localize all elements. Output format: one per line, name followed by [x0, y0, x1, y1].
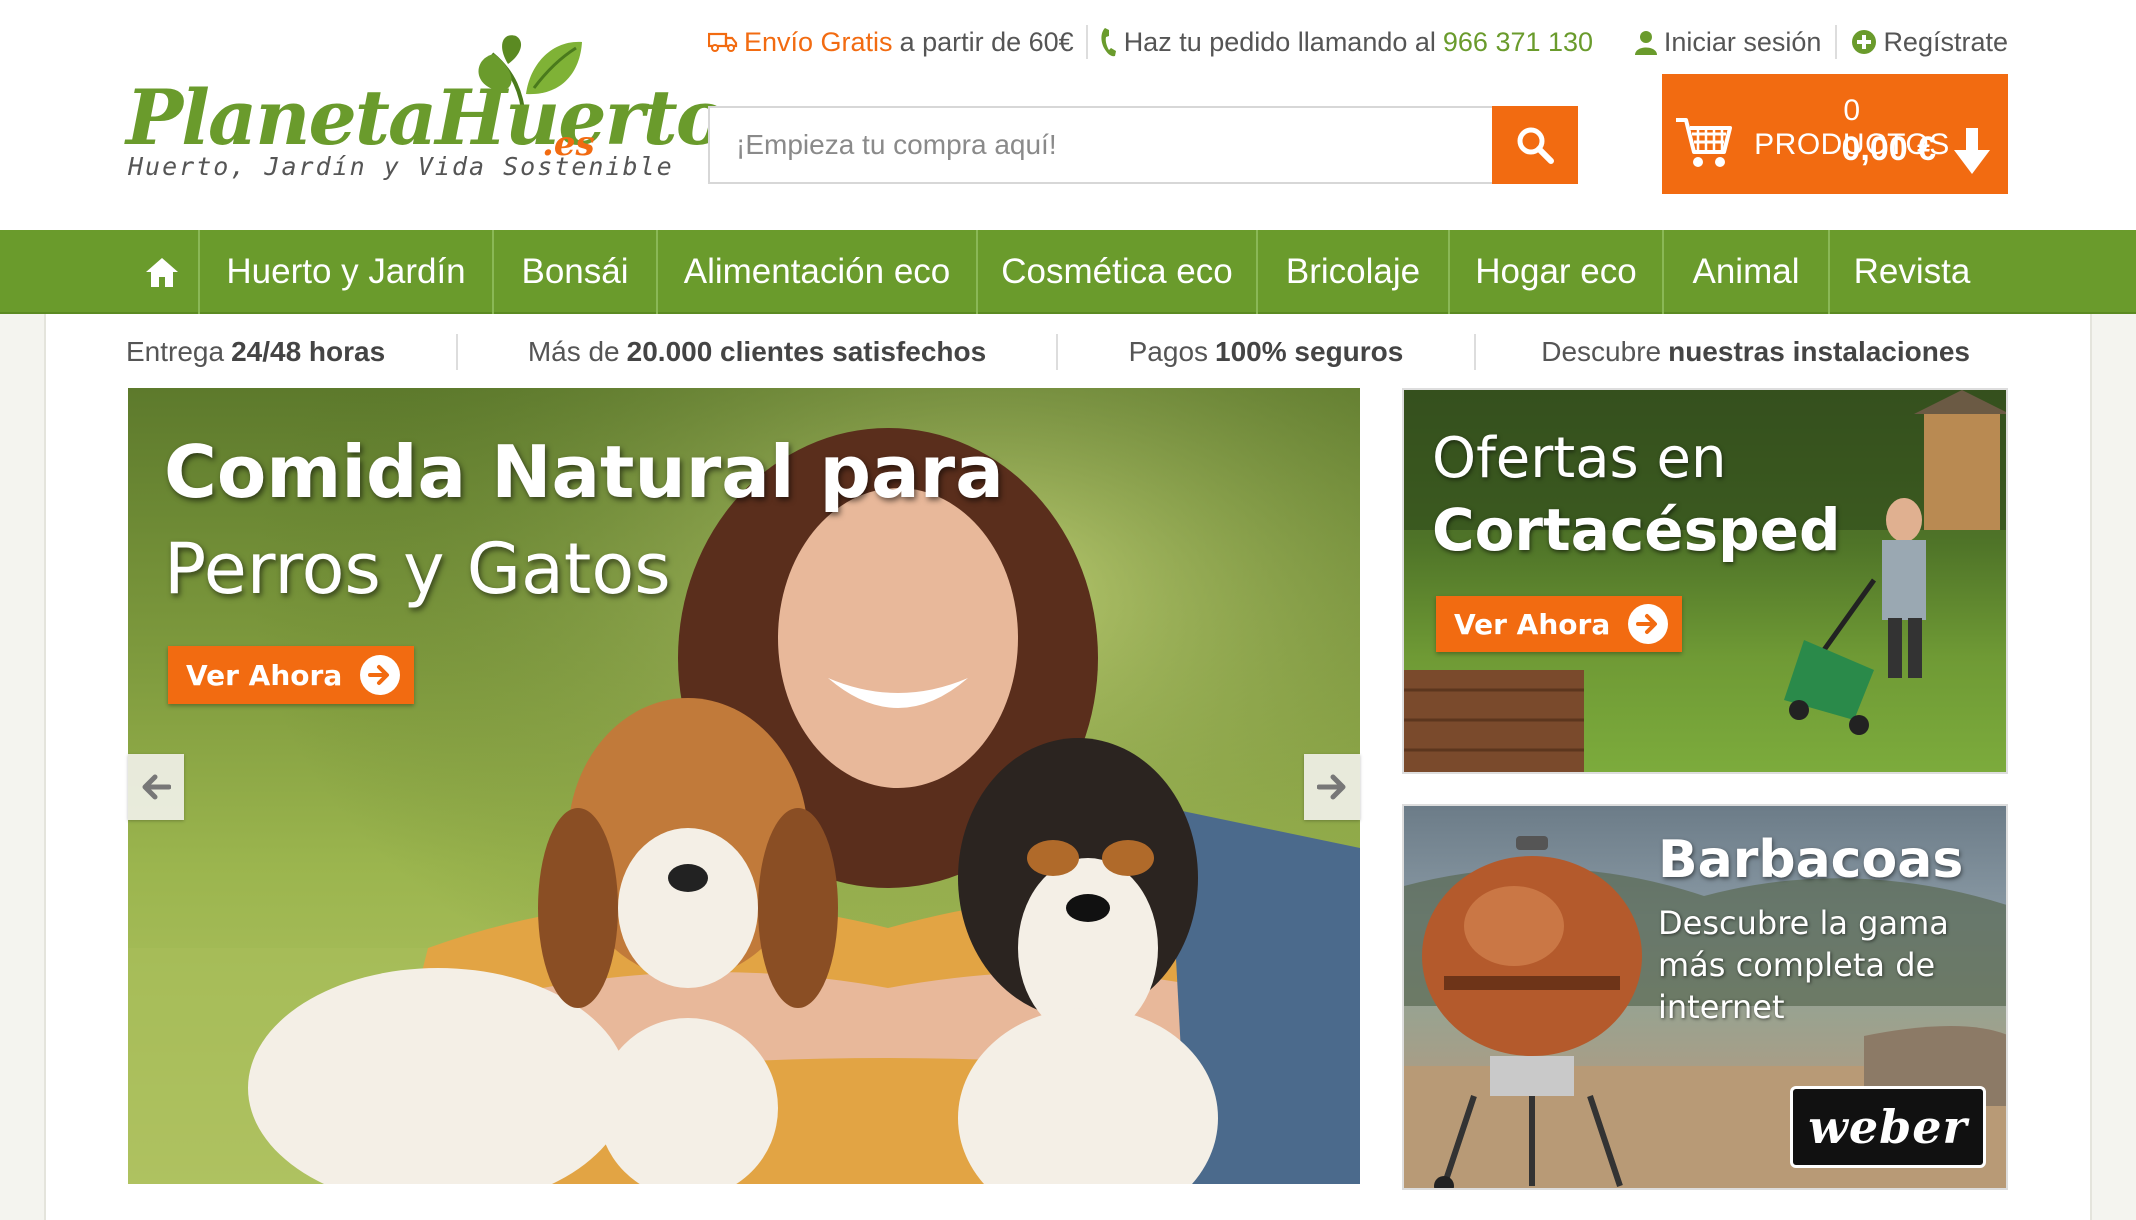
benefit-highlight: nuestras instalaciones [1668, 336, 1970, 367]
plus-circle-icon [1852, 30, 1877, 54]
hero-cta-button[interactable]: Ver Ahora [168, 646, 415, 704]
phone-number[interactable]: 966 371 130 [1443, 27, 1593, 58]
banner-bbq-title: Barbacoas [1658, 830, 1964, 890]
benefits-bar: Entrega 24/48 horas Más de 20.000 clientes… [126, 330, 1970, 374]
nav-item-hogar[interactable]: Hogar eco [1448, 230, 1662, 314]
hero-subtitle: Perros y Gatos [164, 528, 671, 610]
cart-total: 0,00 € [1841, 130, 1936, 168]
benefit-payments: Pagos 100% seguros [1058, 336, 1474, 368]
cart-icon [1676, 118, 1732, 167]
benefit-customers: Más de 20.000 clientes satisfechos [458, 336, 1056, 368]
logo-wordmark: PlanetaHuerto [126, 73, 726, 162]
hero-title: Comida Natural para [164, 430, 1004, 514]
nav-home[interactable] [126, 230, 198, 314]
cta-label: Ver Ahora [1454, 607, 1611, 641]
nav-item-animal[interactable]: Animal [1662, 230, 1828, 314]
cart-button[interactable]: 0 PRODUCTOS 0,00 € [1662, 74, 2008, 194]
site-logo[interactable]: PlanetaHuerto .es Huerto, Jardín y Vida … [126, 35, 726, 188]
banner-mower-line2: Cortacésped [1432, 496, 1841, 564]
search-bar [708, 106, 1578, 184]
mower-cta-button[interactable]: Ver Ahora [1436, 596, 1683, 652]
banner-barbacoas[interactable]: Barbacoas Descubre la gama más completa … [1402, 804, 2008, 1190]
search-icon [1517, 127, 1554, 164]
benefit-highlight: 24/48 horas [231, 336, 386, 367]
nav-item-huerto-jardin[interactable]: Huerto y Jardín [198, 230, 492, 314]
main-nav: Huerto y Jardín Bonsái Alimentación eco … [0, 230, 2136, 314]
slider-prev-button[interactable] [128, 754, 184, 820]
benefit-highlight: 100% seguros [1215, 336, 1404, 367]
account-links: Iniciar sesión Regístrate [1634, 20, 2008, 64]
arrow-right-icon [1628, 604, 1669, 644]
benefit-text: Pagos [1128, 336, 1209, 367]
slider-next-button[interactable] [1304, 754, 1360, 820]
divider [1085, 25, 1088, 59]
arrow-right-icon [360, 655, 401, 695]
phone-order-text: Haz tu pedido llamando al [1123, 26, 1436, 57]
benefit-text: Descubre [1541, 336, 1662, 367]
banner-bbq-subtitle: Descubre la gama más completa de interne… [1658, 904, 1949, 1026]
weber-logo-text: weber [1808, 1100, 1968, 1154]
site-header: PlanetaHuerto .es Huerto, Jardín y Vida … [0, 0, 2136, 230]
benefit-delivery: Entrega 24/48 horas [126, 336, 456, 368]
nav-item-bricolaje[interactable]: Bricolaje [1256, 230, 1448, 314]
top-info-bar: Envío Gratis a partir de 60€ Haz tu pedi… [708, 20, 1593, 64]
nav-item-cosmetica[interactable]: Cosmética eco [976, 230, 1256, 314]
banner-cortacesped[interactable]: Ofertas en Cortacésped Ver Ahora [1402, 388, 2008, 774]
user-icon [1634, 31, 1657, 55]
weber-logo: weber [1790, 1086, 1986, 1168]
free-shipping-threshold: a partir de 60€ [899, 26, 1074, 57]
benefit-text: Entrega [126, 336, 225, 367]
divider [1835, 25, 1838, 59]
arrow-down-icon [1954, 128, 1990, 174]
truck-icon [708, 32, 738, 52]
arrow-right-icon [1317, 774, 1346, 800]
nav-item-revista[interactable]: Revista [1828, 230, 1994, 314]
hero-slide[interactable]: Comida Natural para Perros y Gatos Ver A… [128, 388, 1360, 1184]
free-shipping-label: Envío Gratis [744, 26, 893, 57]
register-link[interactable]: Regístrate [1883, 27, 2008, 58]
search-button[interactable] [1492, 106, 1578, 184]
login-link[interactable]: Iniciar sesión [1664, 27, 1822, 58]
benefit-text: Más de [527, 336, 620, 367]
logo-tagline: Huerto, Jardín y Vida Sostenible [128, 152, 674, 181]
benefit-facilities[interactable]: Descubre nuestras instalaciones [1476, 336, 1970, 368]
nav-item-bonsai[interactable]: Bonsái [492, 230, 656, 314]
search-input[interactable] [710, 108, 1492, 182]
cta-label: Ver Ahora [186, 658, 343, 692]
arrow-left-icon [142, 774, 171, 800]
banner-mower-line1: Ofertas en [1432, 426, 1727, 491]
home-icon [146, 258, 178, 287]
benefit-highlight: 20.000 clientes satisfechos [626, 336, 987, 367]
phone-icon [1101, 28, 1116, 57]
nav-item-alimentacion[interactable]: Alimentación eco [656, 230, 976, 314]
